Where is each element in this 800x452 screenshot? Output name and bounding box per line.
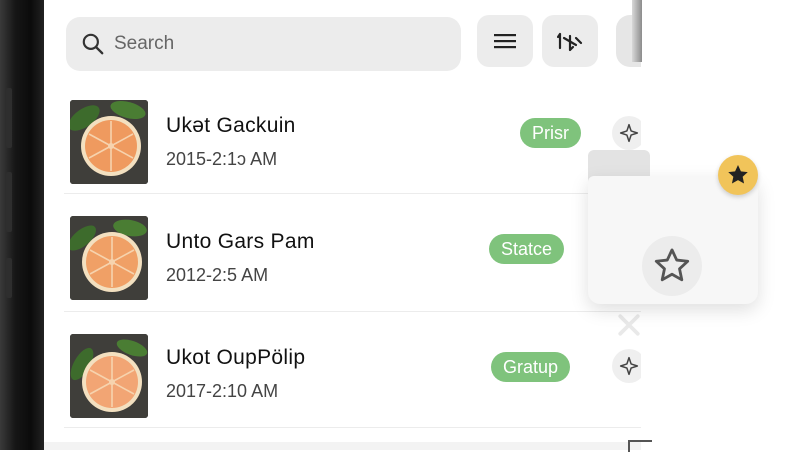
row-divider [64, 311, 641, 312]
phone-volume-button [6, 88, 12, 148]
list-view-button[interactable] [477, 15, 533, 67]
pin-button[interactable] [612, 349, 641, 383]
pin-icon [619, 123, 639, 143]
item-timestamp: 2017-2:10 AM [166, 381, 279, 401]
row-divider [64, 193, 641, 194]
phone-edge [632, 0, 642, 62]
item-timestamp: 2015-2:1ɔ AM [166, 149, 278, 169]
close-icon [618, 314, 640, 336]
corner-mark [628, 440, 652, 452]
star-filled-icon [728, 165, 748, 184]
grapefruit-thumbnail [70, 334, 148, 418]
favorite-button[interactable] [642, 236, 702, 296]
pin-button[interactable] [612, 116, 641, 150]
grapefruit-image [70, 216, 148, 300]
item-title: Unto Gars Pam [166, 230, 315, 253]
next-list-item [44, 442, 641, 450]
search-input[interactable]: Search [114, 33, 174, 55]
sort-arrows-icon [557, 32, 583, 52]
list-icon [494, 34, 516, 49]
phone-volume-button [6, 172, 12, 232]
list-item[interactable]: Unto Gars Pam 2012-2:5 AM Statce [44, 198, 641, 308]
star-outline-icon [654, 248, 690, 282]
favorite-badge [718, 155, 758, 195]
status-badge: Prisr [520, 118, 581, 148]
list-item[interactable]: Ukot OupPölip 2017-2:10 AM Gratup [44, 316, 641, 426]
phone-side-button [6, 258, 12, 298]
item-title: Ukot OupPölip [166, 346, 306, 369]
item-title: Ukət Gackuin [166, 114, 296, 137]
app-screen: Search Ukət Gackuin 2015-2:1ɔ AM Prisr U… [44, 0, 641, 450]
search-icon [82, 33, 104, 55]
list-item[interactable]: Ukət Gackuin 2015-2:1ɔ AM Prisr [44, 82, 641, 192]
grapefruit-thumbnail [70, 100, 148, 184]
pin-icon [619, 356, 639, 376]
sort-button[interactable] [542, 15, 598, 67]
grapefruit-thumbnail [70, 216, 148, 300]
status-badge: Statce [489, 234, 565, 264]
item-timestamp: 2012-2:5 AM [166, 265, 269, 285]
grapefruit-image [70, 334, 148, 418]
row-divider [64, 427, 641, 428]
phone-bezel [0, 0, 44, 450]
status-badge: Gratup [491, 352, 571, 382]
grapefruit-image [70, 100, 148, 184]
favorites-folder[interactable] [588, 176, 758, 304]
search-bar[interactable]: Search [66, 17, 461, 71]
